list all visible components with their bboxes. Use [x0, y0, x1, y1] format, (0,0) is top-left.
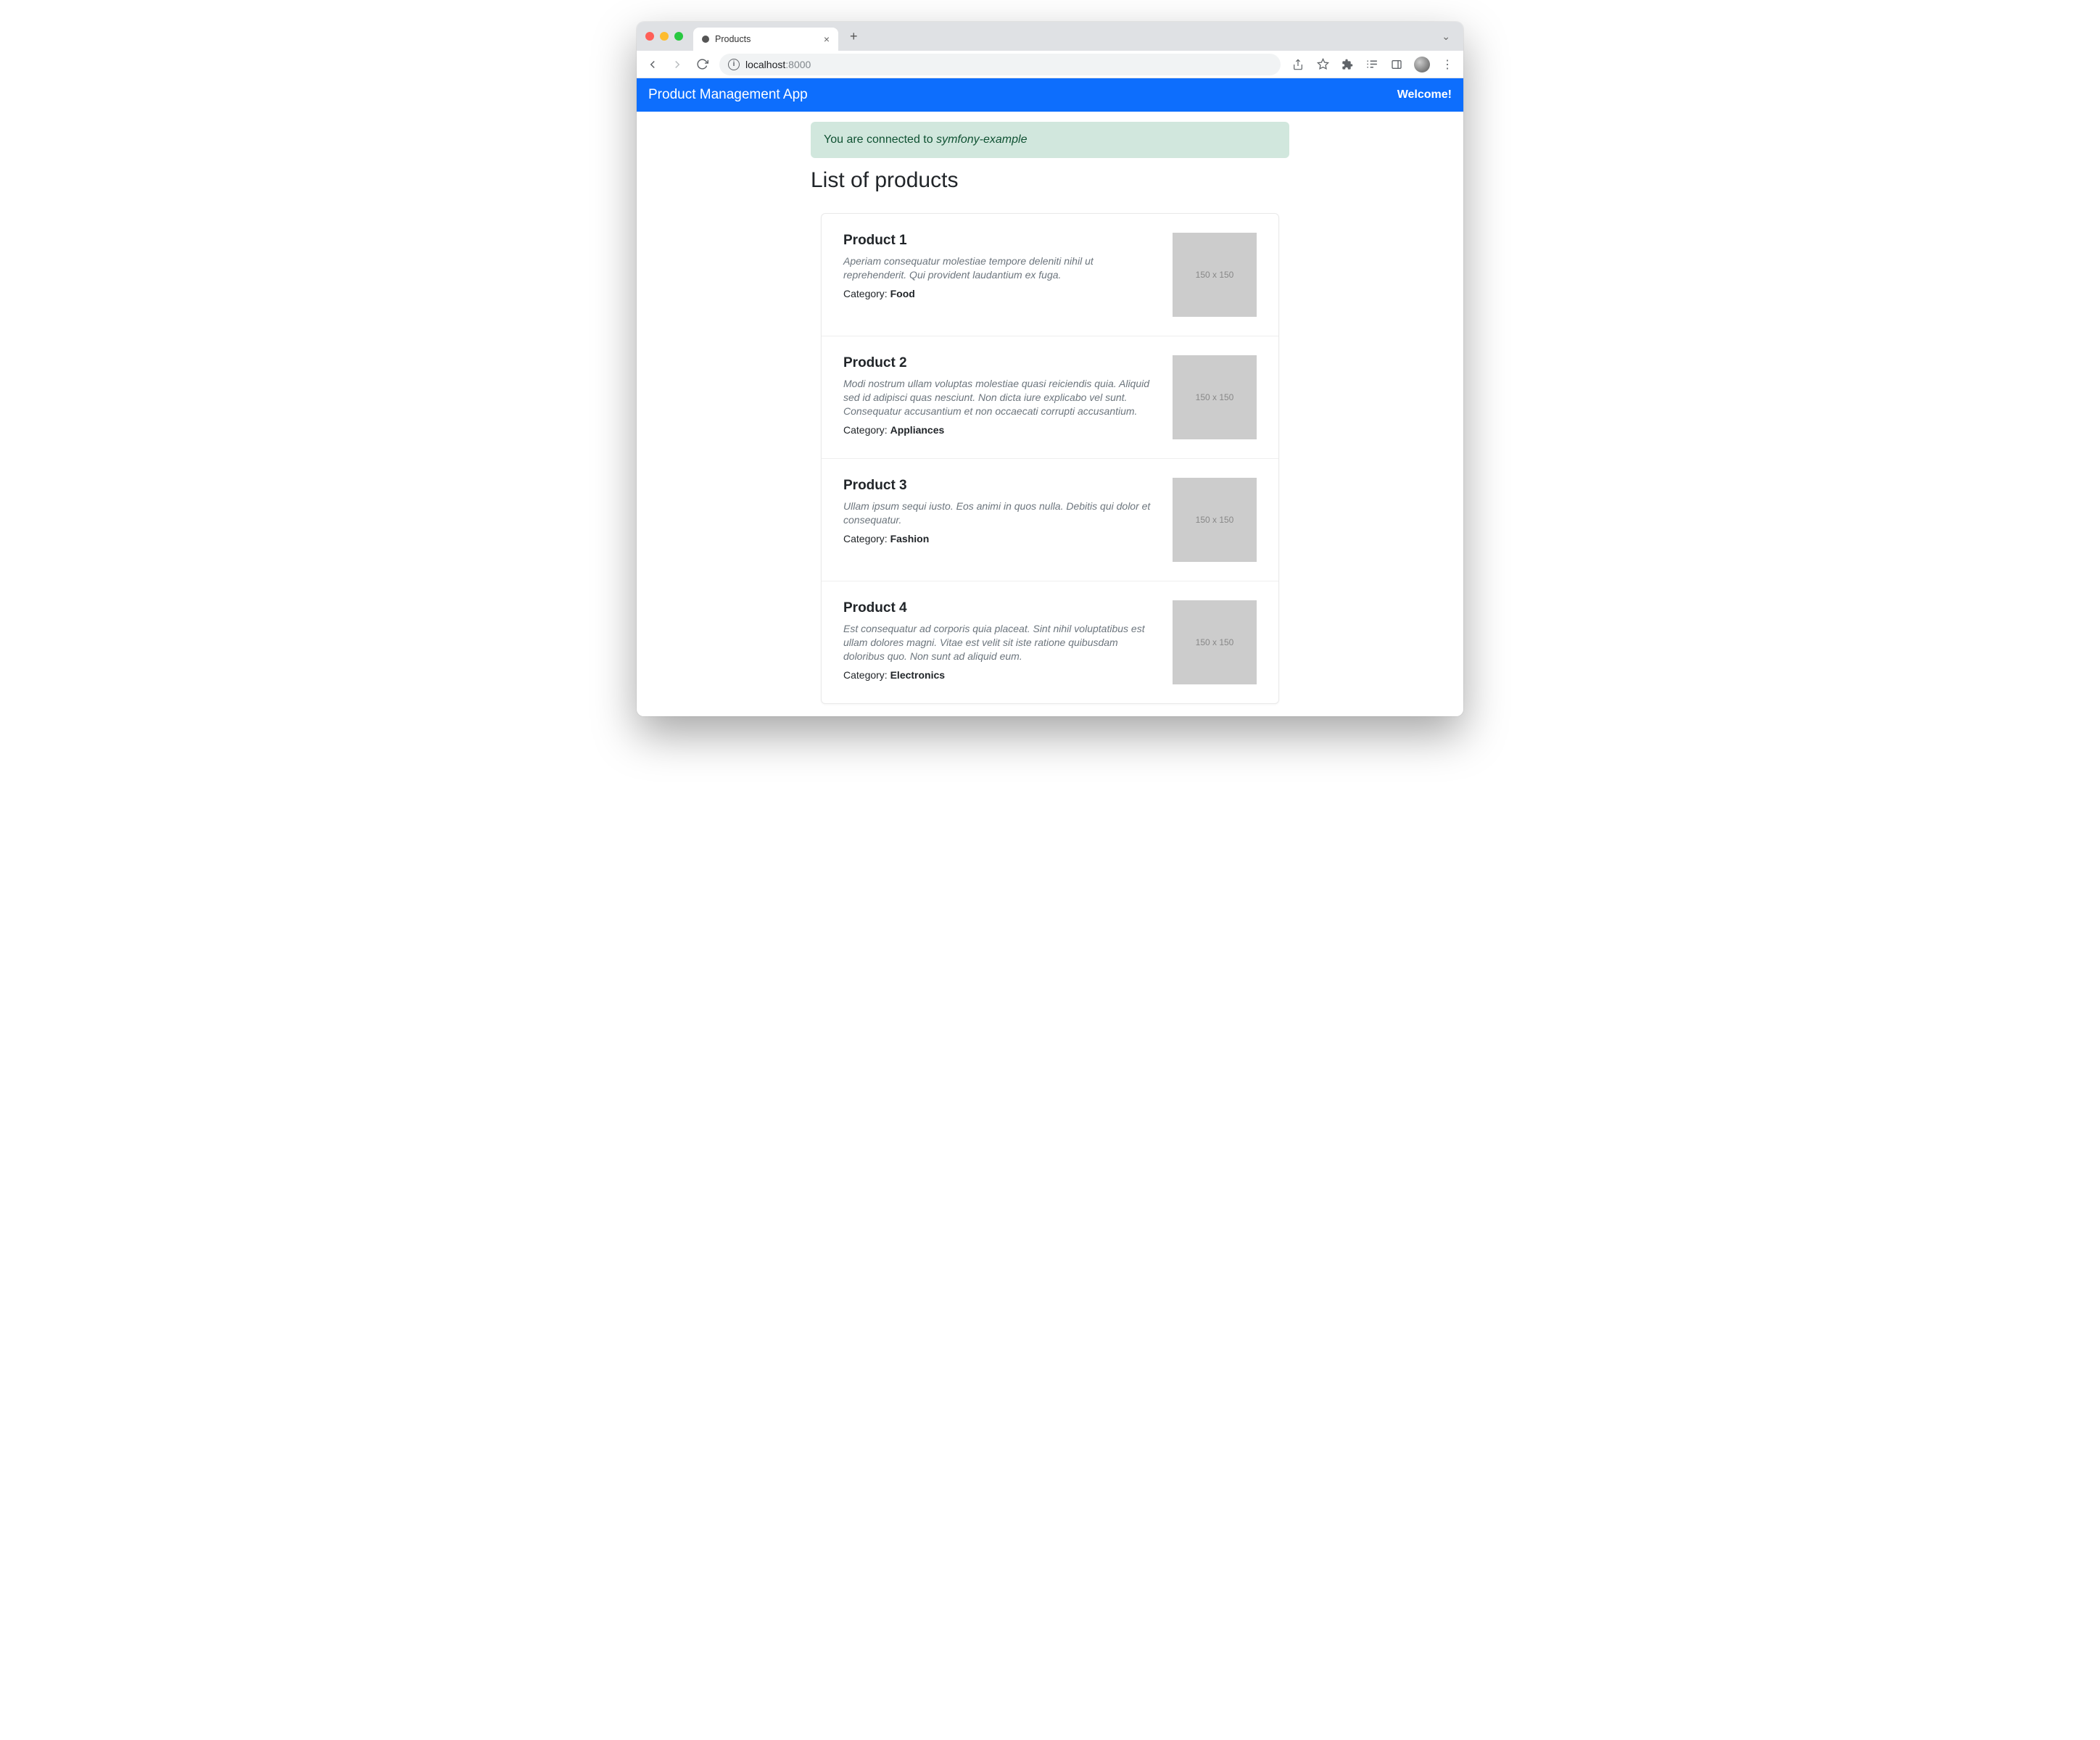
titlebar: Products × + ⌄	[637, 22, 1463, 51]
category-label: Category:	[843, 288, 890, 299]
product-row: Product 2 Modi nostrum ullam voluptas mol…	[822, 336, 1278, 459]
product-description: Modi nostrum ullam voluptas molestiae qu…	[843, 377, 1155, 418]
category-value: Electronics	[890, 669, 945, 681]
new-tab-button[interactable]: +	[844, 29, 864, 44]
navbar-brand[interactable]: Product Management App	[648, 87, 808, 103]
product-description: Aperiam consequatur molestiae tempore de…	[843, 254, 1155, 282]
product-row: Product 4 Est consequatur ad corporis qui…	[822, 581, 1278, 703]
menu-kebab-icon[interactable]: ⋮	[1440, 57, 1455, 72]
product-row: Product 1 Aperiam consequatur molestiae t…	[822, 214, 1278, 336]
product-list: Product 1 Aperiam consequatur molestiae t…	[821, 213, 1279, 704]
product-description: Est consequatur ad corporis quia placeat…	[843, 622, 1155, 663]
browser-toolbar: i localhost:8000 ⋮	[637, 51, 1463, 78]
success-alert: You are connected to symfony-example	[811, 122, 1289, 158]
back-button[interactable]	[645, 57, 660, 72]
window-minimize-icon[interactable]	[660, 32, 669, 41]
url-host: localhost	[745, 59, 785, 70]
page-title: List of products	[811, 168, 1289, 193]
forward-button[interactable]	[670, 57, 685, 72]
browser-tab[interactable]: Products ×	[693, 28, 838, 51]
toolbar-actions: ⋮	[1291, 57, 1455, 72]
product-thumbnail-placeholder: 150 x 150	[1173, 355, 1257, 439]
profile-avatar[interactable]	[1414, 57, 1430, 72]
address-bar[interactable]: i localhost:8000	[719, 54, 1281, 75]
window-zoom-icon[interactable]	[674, 32, 683, 41]
tab-close-icon[interactable]: ×	[824, 34, 830, 44]
product-category: Category: Food	[843, 288, 1155, 299]
share-icon[interactable]	[1291, 57, 1305, 72]
extensions-icon[interactable]	[1340, 57, 1355, 72]
reading-list-icon[interactable]	[1365, 57, 1379, 72]
window-close-icon[interactable]	[645, 32, 654, 41]
main-container: You are connected to symfony-example Lis…	[811, 112, 1289, 716]
side-panel-icon[interactable]	[1389, 57, 1404, 72]
product-description: Ullam ipsum sequi iusto. Eos animi in qu…	[843, 500, 1155, 527]
alert-prefix: You are connected to	[824, 133, 936, 146]
product-title: Product 2	[843, 355, 1155, 371]
product-thumbnail-placeholder: 150 x 150	[1173, 600, 1257, 684]
category-label: Category:	[843, 533, 890, 544]
reload-button[interactable]	[695, 57, 709, 72]
product-title: Product 4	[843, 600, 1155, 616]
product-thumbnail-placeholder: 150 x 150	[1173, 233, 1257, 317]
product-title: Product 3	[843, 478, 1155, 494]
alert-database: symfony-example	[936, 133, 1027, 146]
product-title: Product 1	[843, 233, 1155, 249]
page-viewport[interactable]: Product Management App Welcome! You are …	[637, 78, 1463, 716]
tabs-chevron-down-icon[interactable]: ⌄	[1437, 30, 1455, 43]
site-info-icon[interactable]: i	[728, 59, 740, 70]
product-category: Category: Appliances	[843, 424, 1155, 436]
url-port: :8000	[785, 59, 811, 70]
bookmark-star-icon[interactable]	[1315, 57, 1330, 72]
tab-favicon-icon	[702, 36, 709, 43]
product-category: Category: Fashion	[843, 533, 1155, 544]
tab-title: Products	[715, 34, 751, 44]
app-navbar: Product Management App Welcome!	[637, 78, 1463, 112]
category-value: Fashion	[890, 533, 930, 544]
product-row: Product 3 Ullam ipsum sequi iusto. Eos an…	[822, 459, 1278, 581]
category-label: Category:	[843, 669, 890, 681]
product-thumbnail-placeholder: 150 x 150	[1173, 478, 1257, 562]
category-label: Category:	[843, 424, 890, 436]
browser-window: Products × + ⌄ i localhost:8000	[637, 22, 1463, 716]
product-category: Category: Electronics	[843, 669, 1155, 681]
category-value: Food	[890, 288, 915, 299]
traffic-lights	[645, 32, 683, 41]
category-value: Appliances	[890, 424, 945, 436]
navbar-welcome: Welcome!	[1397, 88, 1452, 102]
